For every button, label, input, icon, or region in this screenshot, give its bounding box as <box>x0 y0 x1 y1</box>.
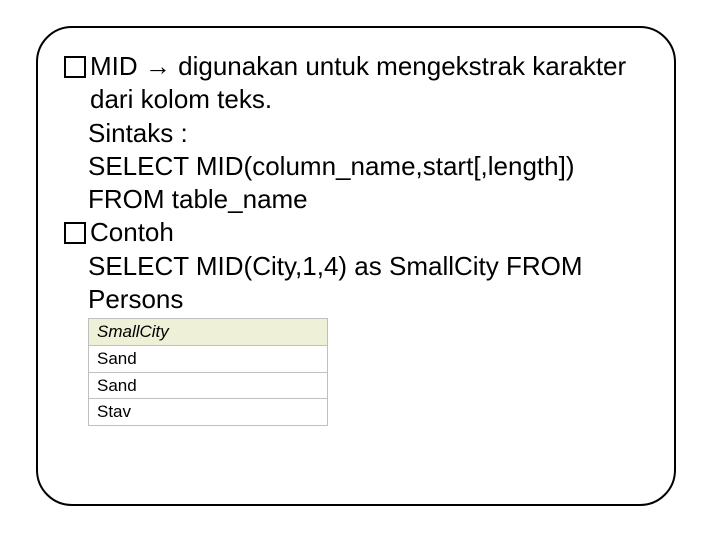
bullet-mid: MID → digunakan untuk mengekstrak karakt… <box>64 50 648 117</box>
arrow-icon: → <box>145 51 171 81</box>
syntax-label: Sintaks : <box>88 117 648 150</box>
table-header-smallcity: SmallCity <box>89 319 328 346</box>
square-bullet-icon <box>64 222 86 244</box>
bullet-mid-text: MID → digunakan untuk mengekstrak karakt… <box>90 50 648 117</box>
square-bullet-icon <box>64 56 86 78</box>
bullet-contoh-text: Contoh <box>90 216 648 249</box>
syntax-line: SELECT MID(column_name,start[,length]) F… <box>88 150 648 217</box>
mid-rest: digunakan untuk mengekstrak karakter dar… <box>90 51 626 114</box>
table-header-row: SmallCity <box>89 319 328 346</box>
table-cell: Sand <box>89 345 328 372</box>
mid-lead: MID <box>90 51 138 81</box>
table-row: Sand <box>89 345 328 372</box>
content-block: MID → digunakan untuk mengekstrak karakt… <box>64 50 648 426</box>
table-cell: Sand <box>89 372 328 399</box>
slide: MID → digunakan untuk mengekstrak karakt… <box>0 0 720 540</box>
table-row: Stav <box>89 399 328 426</box>
result-table: SmallCity Sand Sand Stav <box>88 318 328 426</box>
table-row: Sand <box>89 372 328 399</box>
table-cell: Stav <box>89 399 328 426</box>
rounded-frame: MID → digunakan untuk mengekstrak karakt… <box>36 26 676 506</box>
example-line: SELECT MID(City,1,4) as SmallCity FROM P… <box>88 250 648 317</box>
bullet-contoh: Contoh <box>64 216 648 249</box>
